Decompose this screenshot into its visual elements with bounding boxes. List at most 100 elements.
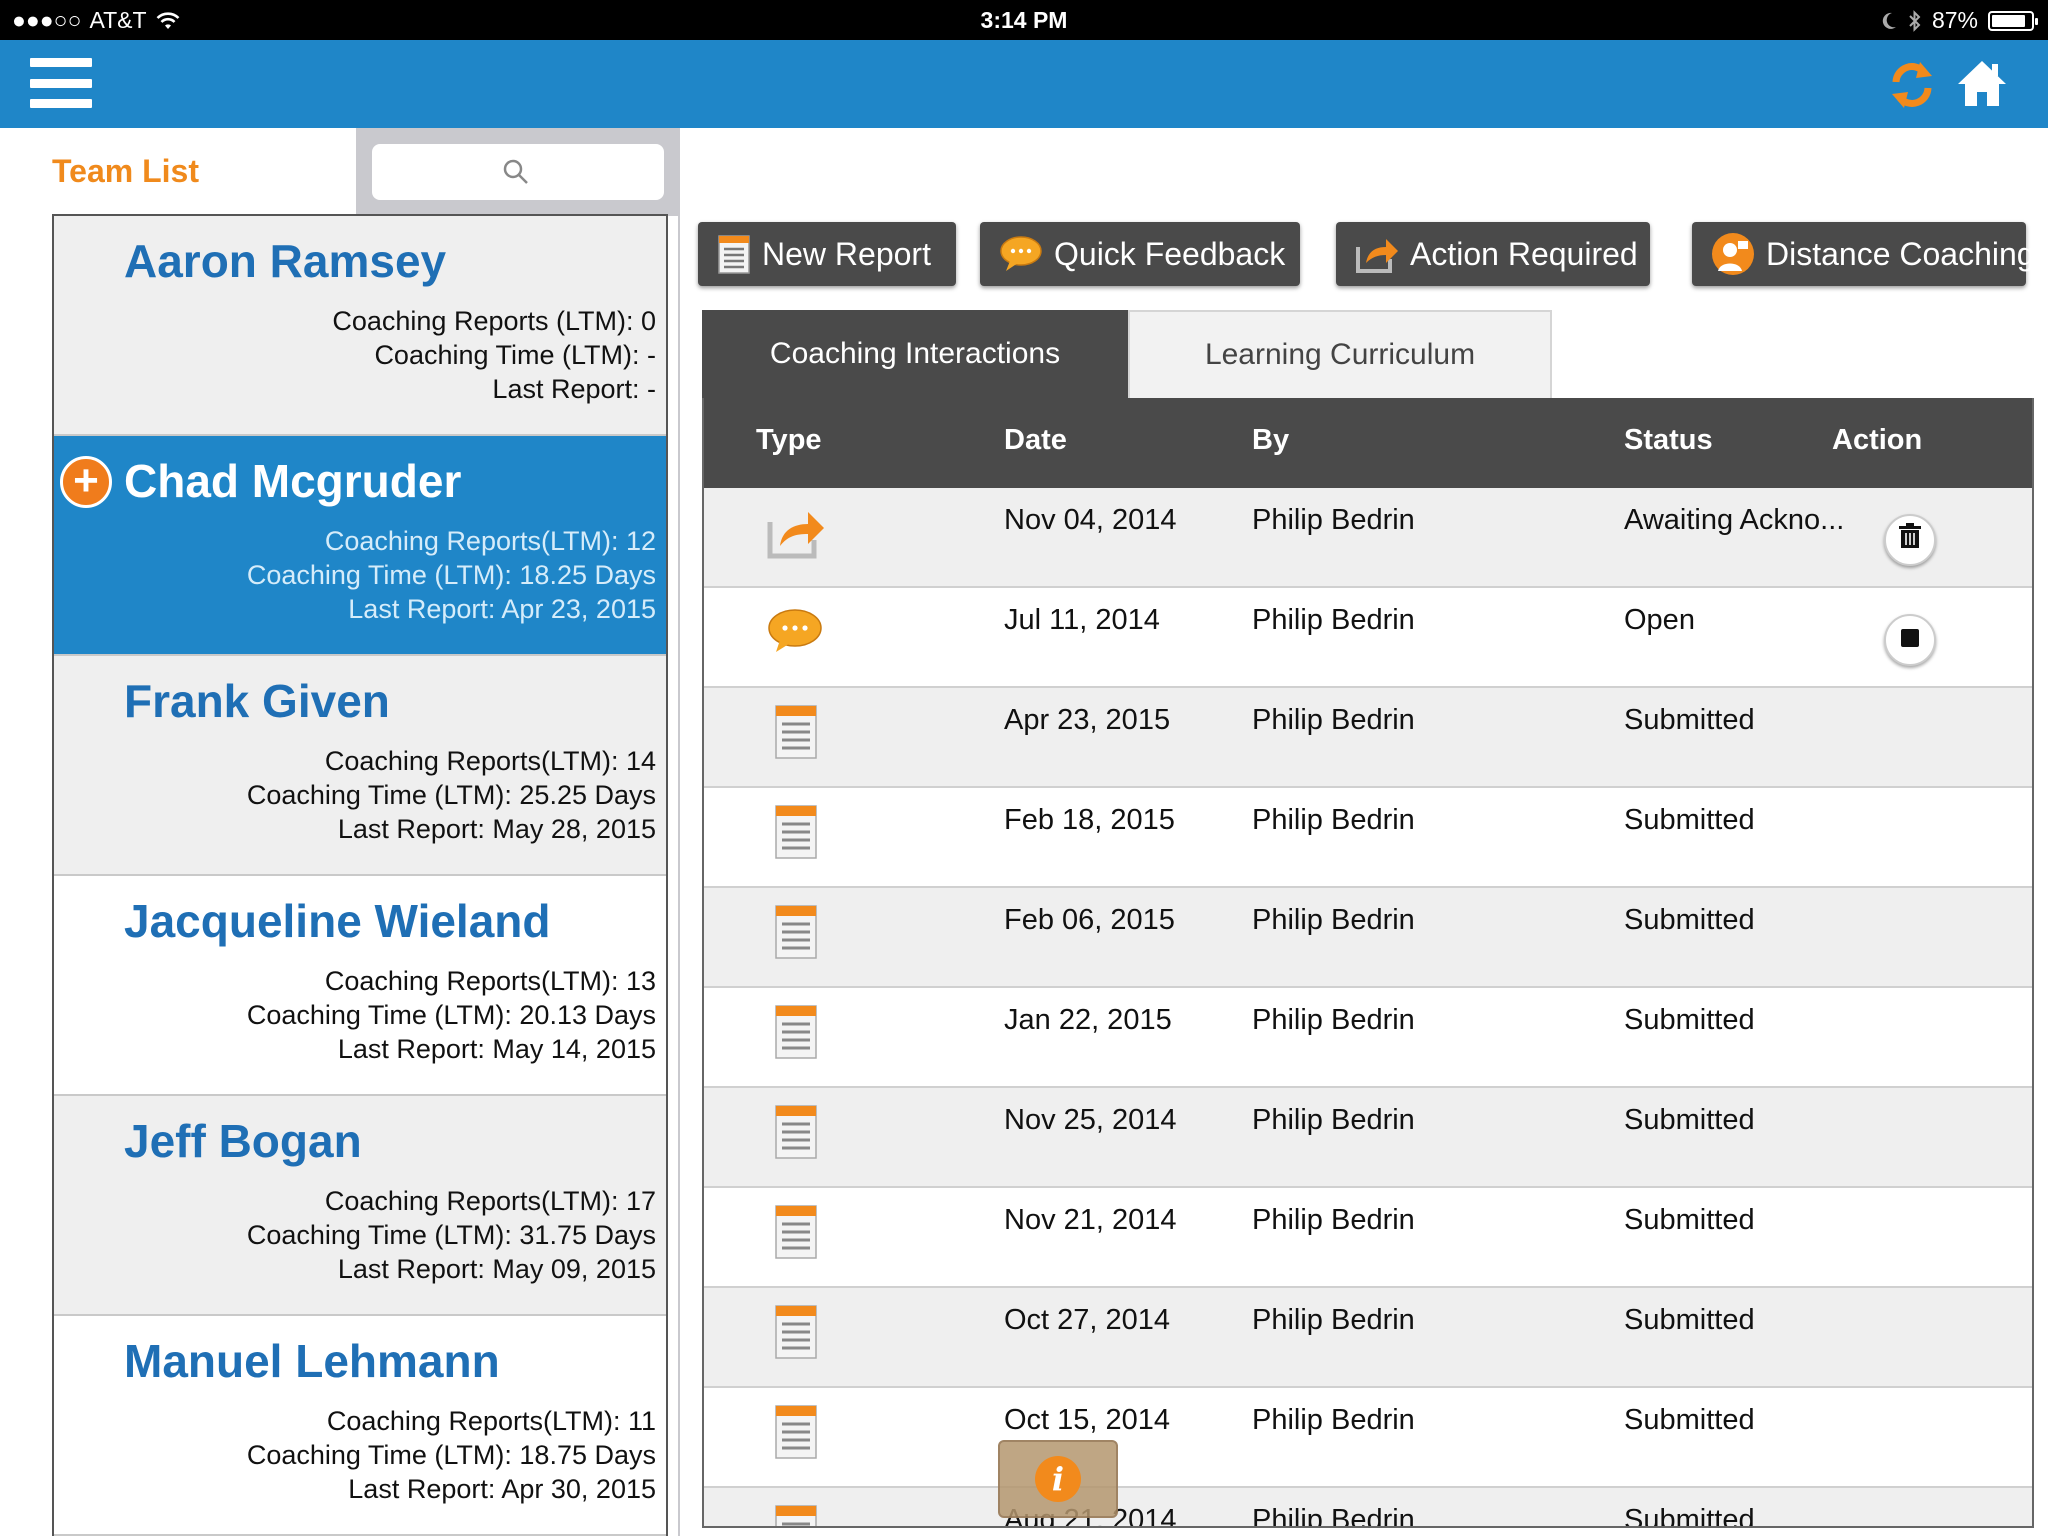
table-row[interactable]: Oct 15, 2014 Philip Bedrin Submitted [704, 1388, 2032, 1488]
member-name: Jeff Bogan [124, 1115, 362, 1167]
cell-date: Oct 15, 2014 [1004, 1404, 1171, 1436]
cell-status: Submitted [1624, 904, 1755, 936]
report-icon [764, 1500, 826, 1526]
cell-by: Philip Bedrin [1252, 904, 1415, 936]
cell-date: Feb 18, 2015 [1004, 804, 1175, 836]
column-header-status[interactable]: Status [1624, 424, 1713, 457]
status-bar: ●●●○○ AT&T 3:14 PM 87% [0, 0, 2048, 40]
team-member-item[interactable]: + Chad Mcgruder Coaching Reports(LTM): 1… [54, 436, 666, 656]
report-icon [764, 1100, 826, 1164]
table-row[interactable]: Oct 27, 2014 Philip Bedrin Submitted [704, 1288, 2032, 1388]
home-icon[interactable] [1956, 58, 2008, 110]
cell-by: Philip Bedrin [1252, 804, 1415, 836]
report-icon [764, 700, 826, 764]
cell-by: Philip Bedrin [1252, 1204, 1415, 1236]
cell-by: Philip Bedrin [1252, 704, 1415, 736]
column-header-action[interactable]: Action [1832, 424, 1922, 457]
coaching-time: Coaching Time (LTM): 18.25 Days [246, 560, 656, 590]
cell-by: Philip Bedrin [1252, 504, 1415, 536]
coaching-time: Coaching Time (LTM): 20.13 Days [246, 1000, 656, 1030]
report-icon [764, 1000, 826, 1064]
member-name: Chad Mcgruder [124, 455, 462, 507]
trash-button[interactable] [1884, 514, 1936, 566]
team-member-item[interactable]: Jacqueline Wieland Coaching Reports(LTM)… [54, 876, 666, 1096]
table-row[interactable]: Nov 04, 2014 Philip Bedrin Awaiting Ackno.… [704, 488, 2032, 588]
cell-status: Submitted [1624, 1304, 1755, 1336]
table-row[interactable]: Feb 06, 2015 Philip Bedrin Submitted [704, 888, 2032, 988]
report-icon [764, 900, 826, 964]
app-header [0, 40, 2048, 128]
coaching-time: Coaching Time (LTM): - [374, 340, 656, 370]
team-member-item[interactable]: Jeff Bogan Coaching Reports(LTM): 17 Coa… [54, 1096, 666, 1316]
member-name: Manuel Lehmann [124, 1335, 500, 1387]
team-member-item[interactable]: Frank Given Coaching Reports(LTM): 14 Co… [54, 656, 666, 876]
table-header: Type Date By Status Action [704, 398, 2032, 488]
cell-status: Submitted [1624, 704, 1755, 736]
stop-icon [1899, 624, 1921, 657]
team-list-title: Team List [52, 153, 199, 189]
coaching-reports: Coaching Reports(LTM): 12 [324, 526, 656, 556]
info-icon: i [1035, 1456, 1081, 1502]
cell-date: Nov 25, 2014 [1004, 1104, 1177, 1136]
cell-status: Awaiting Ackno... [1624, 504, 1845, 536]
action-required-icon [1356, 239, 1398, 273]
cell-by: Philip Bedrin [1252, 1304, 1415, 1336]
search-field[interactable] [372, 144, 664, 200]
last-report: Last Report: Apr 30, 2015 [348, 1474, 656, 1504]
column-header-type[interactable]: Type [756, 424, 822, 457]
quick-feedback-icon [764, 600, 826, 664]
team-member-item[interactable]: Aaron Ramsey Coaching Reports (LTM): 0 C… [54, 216, 666, 436]
table-row[interactable]: Nov 21, 2014 Philip Bedrin Submitted [704, 1188, 2032, 1288]
table-row[interactable]: Aug 21, 2014Philip BedrinSubmitted [704, 1488, 2032, 1528]
info-button[interactable]: i [998, 1440, 1118, 1518]
moon-icon [1882, 12, 1896, 29]
team-member-item[interactable]: Manuel Lehmann Coaching Reports(LTM): 11… [54, 1316, 666, 1536]
report-icon [764, 1300, 826, 1364]
add-icon[interactable]: + [60, 456, 112, 508]
cell-date: Feb 06, 2015 [1004, 904, 1175, 936]
refresh-icon[interactable] [1886, 58, 1938, 110]
coaching-time: Coaching Time (LTM): 25.25 Days [246, 780, 656, 810]
tab-coaching-interactions[interactable]: Coaching Interactions [702, 310, 1128, 398]
action-required-button[interactable]: Action Required [1336, 222, 1650, 286]
table-row[interactable]: Jan 22, 2015 Philip Bedrin Submitted [704, 988, 2032, 1088]
stop-button[interactable] [1884, 614, 1936, 666]
new-report-button[interactable]: New Report [698, 222, 956, 286]
coaching-time: Coaching Time (LTM): 18.75 Days [246, 1440, 656, 1470]
cell-date: Oct 27, 2014 [1004, 1304, 1171, 1336]
cell-status: Submitted [1624, 1104, 1755, 1136]
table-row[interactable]: Feb 18, 2015 Philip Bedrin Submitted [704, 788, 2032, 888]
tab-learning-curriculum[interactable]: Learning Curriculum [1128, 310, 1552, 398]
member-name: Frank Given [124, 675, 390, 727]
coaching-time: Coaching Time (LTM): 31.75 Days [246, 1220, 656, 1250]
battery-percent: 87% [1931, 7, 1978, 33]
cell-status: Submitted [1624, 1504, 1755, 1528]
distance-coaching-button[interactable]: Distance Coaching [1692, 222, 2035, 286]
quick-feedback-button[interactable]: Quick Feedback [980, 222, 1300, 286]
hamburger-menu-icon[interactable] [30, 58, 92, 108]
table-row[interactable]: Nov 25, 2014 Philip Bedrin Submitted [704, 1088, 2032, 1188]
cell-status: Submitted [1624, 1204, 1755, 1236]
report-icon [764, 800, 826, 864]
bluetooth-icon [1909, 9, 1921, 32]
distance-coaching-label: Distance Coaching [1766, 235, 2035, 272]
column-header-by[interactable]: By [1252, 424, 1289, 457]
member-stats: Coaching Reports(LTM): 12 Coaching Time … [247, 524, 656, 626]
cell-by: Philip Bedrin [1252, 604, 1415, 636]
team-sidebar: Team List Aaron Ramsey Coaching Reports … [0, 128, 680, 1536]
table-row[interactable]: Apr 23, 2015 Philip Bedrin Submitted [704, 688, 2032, 788]
last-report: Last Report: May 09, 2015 [337, 1254, 656, 1284]
cell-status: Open [1624, 604, 1695, 636]
distance-coaching-icon [1712, 233, 1754, 275]
coaching-reports: Coaching Reports(LTM): 13 [324, 966, 656, 996]
cell-date: Nov 21, 2014 [1004, 1204, 1177, 1236]
report-icon [718, 235, 750, 274]
column-header-date[interactable]: Date [1004, 424, 1067, 457]
interactions-table: Type Date By Status Action Nov 04, 2014 P… [702, 398, 2034, 1528]
member-name: Aaron Ramsey [124, 235, 447, 287]
cell-by: Philip Bedrin [1252, 1504, 1415, 1528]
cell-status: Submitted [1624, 1004, 1755, 1036]
member-stats: Coaching Reports(LTM): 13 Coaching Time … [247, 964, 656, 1066]
table-row[interactable]: Jul 11, 2014 Philip Bedrin Open [704, 588, 2032, 688]
action-required-label: Action Required [1410, 235, 1638, 272]
